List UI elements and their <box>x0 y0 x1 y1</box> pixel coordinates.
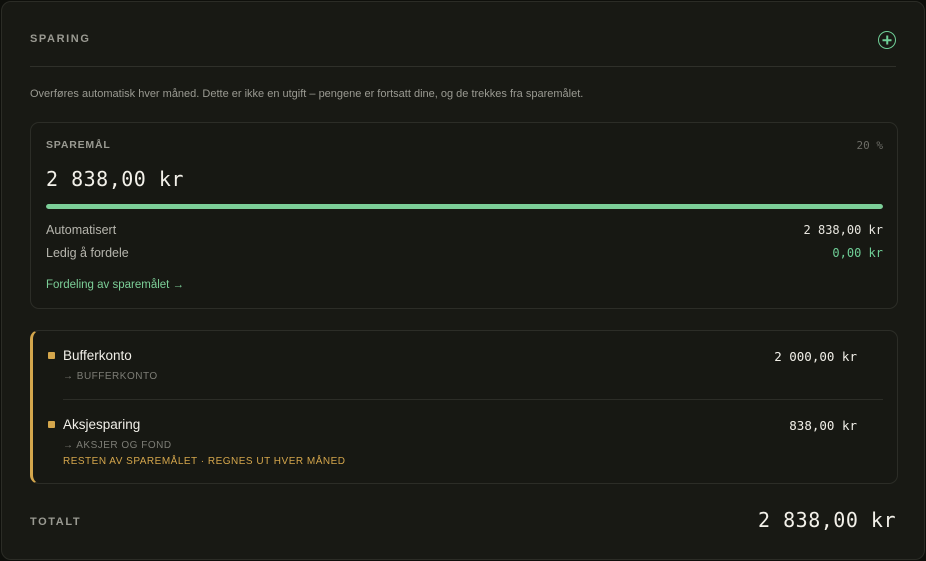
goal-progress-bar <box>46 204 883 209</box>
gold-dot-icon <box>48 421 55 428</box>
available-value: 0,00 kr <box>832 246 883 260</box>
available-row: Ledig å fordele 0,00 kr <box>46 246 883 262</box>
savings-panel: SPARING Overføres automatisk hver måned.… <box>1 1 925 560</box>
automated-label: Automatisert <box>46 223 117 237</box>
add-savings-button[interactable] <box>878 31 896 49</box>
allocation-amount: 838,00 kr <box>789 418 857 433</box>
allocation-target: → AKSJER OG FOND <box>63 440 172 451</box>
goal-amount: 2 838,00 kr <box>46 167 184 191</box>
allocation-note: RESTEN AV SPAREMÅLET · REGNES UT HVER MÅ… <box>63 456 346 467</box>
available-label: Ledig å fordele <box>46 246 129 260</box>
panel-title: SPARING <box>30 33 91 45</box>
goal-percent: 20 % <box>856 139 884 152</box>
panel-header: SPARING <box>30 2 896 67</box>
goal-distribution-link[interactable]: Fordeling av sparemålet → <box>46 279 184 291</box>
allocation-name: Aksjesparing <box>63 417 141 432</box>
savings-goal-card: SPAREMÅL 20 % 2 838,00 kr Automatisert 2… <box>30 122 898 309</box>
goal-label: SPAREMÅL <box>46 139 111 151</box>
allocation-divider <box>63 399 883 400</box>
automated-value: 2 838,00 kr <box>803 223 883 237</box>
total-value: 2 838,00 kr <box>758 508 896 532</box>
automated-row: Automatisert 2 838,00 kr <box>46 223 883 239</box>
goal-progress-fill <box>46 204 883 209</box>
allocation-amount: 2 000,00 kr <box>774 349 857 364</box>
total-label: TOTALT <box>30 516 82 528</box>
savings-description: Overføres automatisk hver måned. Dette e… <box>30 88 584 100</box>
gold-dot-icon <box>48 352 55 359</box>
allocations-card: Bufferkonto 2 000,00 kr → BUFFERKONTO Ak… <box>30 330 898 484</box>
allocation-name: Bufferkonto <box>63 348 132 363</box>
allocation-target: → BUFFERKONTO <box>63 371 158 382</box>
